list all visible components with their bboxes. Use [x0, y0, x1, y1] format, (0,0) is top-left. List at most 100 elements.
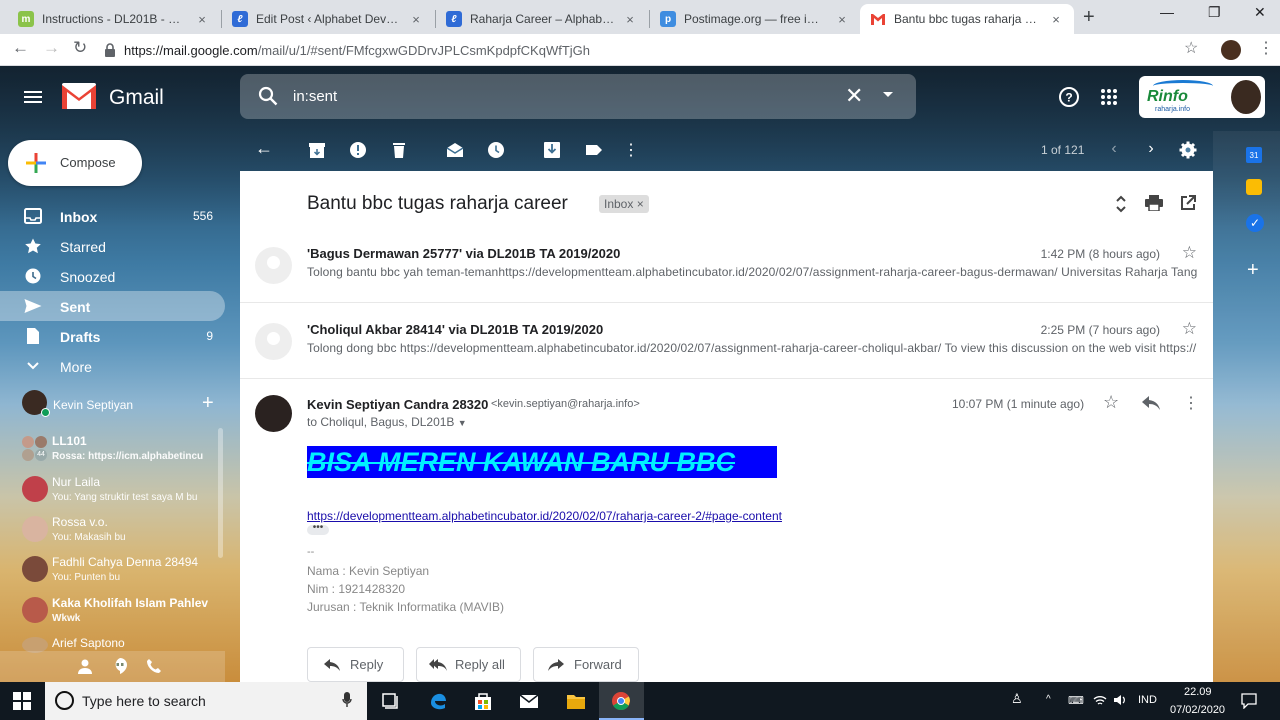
main-menu-icon[interactable]: [24, 88, 42, 106]
window-close-icon[interactable]: ✕: [1254, 4, 1266, 21]
career-link[interactable]: https://developmentteam.alphabetincubato…: [307, 509, 782, 523]
language-bar-icon[interactable]: ⌨: [1068, 694, 1084, 707]
archive-icon[interactable]: [308, 141, 326, 159]
move-to-icon[interactable]: [543, 141, 561, 159]
hangouts-contact[interactable]: Fadhli Cahya Denna 28494 You: Punten bu: [0, 553, 225, 593]
recipients-dropdown-icon[interactable]: ▼: [458, 418, 467, 428]
clock-time[interactable]: 22.09: [1184, 686, 1212, 698]
microsoft-store-icon[interactable]: [473, 691, 493, 711]
apps-grid-icon[interactable]: [1100, 88, 1118, 106]
show-hidden-icons-icon[interactable]: ^: [1046, 694, 1051, 705]
browser-menu-icon[interactable]: ⋮: [1258, 38, 1274, 58]
star-icon[interactable]: ☆: [1103, 392, 1119, 413]
older-chevron-icon[interactable]: ›: [1142, 140, 1160, 158]
close-tab-icon[interactable]: ×: [834, 12, 850, 27]
snooze-clock-icon[interactable]: [487, 141, 505, 159]
wifi-icon[interactable]: [1093, 694, 1107, 706]
minimize-icon[interactable]: —: [1160, 4, 1174, 20]
action-center-icon[interactable]: [1241, 693, 1257, 709]
new-tab-button[interactable]: +: [1083, 6, 1095, 29]
nav-item-sent[interactable]: Sent: [0, 291, 225, 321]
report-spam-icon[interactable]: [349, 141, 367, 159]
collapsed-message[interactable]: 'Choliqul Akbar 28414' via DL201B TA 201…: [240, 303, 1213, 379]
print-icon[interactable]: [1145, 195, 1163, 211]
close-tab-icon[interactable]: ×: [194, 12, 210, 27]
volume-icon[interactable]: [1113, 694, 1127, 706]
nav-item-more[interactable]: More: [0, 351, 225, 381]
mail-app-icon[interactable]: [519, 691, 539, 711]
chrome-icon[interactable]: [611, 691, 631, 711]
address-bar[interactable]: https://mail.google.com/mail/u/1/#sent/F…: [104, 37, 1204, 63]
search-options-icon[interactable]: [883, 92, 893, 97]
mail-search-box[interactable]: in:sent ✕: [240, 74, 916, 119]
keep-icon[interactable]: [1246, 179, 1262, 195]
people-icon[interactable]: ♙: [1011, 691, 1023, 707]
tasks-icon[interactable]: ✓: [1246, 214, 1264, 232]
mark-unread-icon[interactable]: [446, 141, 464, 159]
edge-browser-icon[interactable]: [428, 691, 448, 711]
label-tag-icon[interactable]: [585, 141, 603, 159]
file-explorer-icon[interactable]: [566, 691, 586, 711]
hangouts-contact[interactable]: 44 LL101 Rossa: https://icm.alphabetincu: [0, 432, 225, 472]
settings-gear-icon[interactable]: [1179, 141, 1197, 159]
nav-item-drafts[interactable]: Drafts 9: [0, 321, 225, 351]
task-view-icon[interactable]: [381, 691, 401, 711]
hangouts-contact[interactable]: Nur Laila You: Yang struktir test saya M…: [0, 473, 225, 513]
person-icon[interactable]: [78, 658, 92, 674]
newer-chevron-icon[interactable]: ‹: [1105, 140, 1123, 158]
close-tab-icon[interactable]: ×: [408, 12, 424, 27]
collapsed-message[interactable]: 'Bagus Dermawan 25777' via DL201B TA 201…: [240, 227, 1213, 303]
recipients-line[interactable]: to Choliqul, Bagus, DL201B ▼: [307, 415, 467, 429]
reply-all-button[interactable]: Reply all: [416, 647, 521, 682]
bookmark-star-icon[interactable]: ☆: [1184, 38, 1198, 58]
hangouts-me[interactable]: Kevin Septiyan +: [0, 384, 225, 422]
reply-button[interactable]: Reply: [307, 647, 404, 682]
taskbar-search-box[interactable]: Type here to search: [45, 682, 367, 720]
phone-icon[interactable]: [146, 658, 162, 674]
get-addons-icon[interactable]: +: [1247, 259, 1259, 282]
input-language[interactable]: IND: [1138, 694, 1157, 706]
star-icon[interactable]: ☆: [1182, 319, 1197, 339]
browser-tab-3[interactable]: ℓ Raharja Career – Alphabet Devel ×: [436, 4, 648, 34]
remove-label-icon[interactable]: ×: [637, 197, 644, 211]
forward-button[interactable]: Forward: [533, 647, 639, 682]
reload-icon[interactable]: ↻: [73, 38, 87, 58]
calendar-icon[interactable]: 31: [1246, 147, 1262, 163]
expand-all-icon[interactable]: [1115, 195, 1127, 213]
message-more-icon[interactable]: ⋮: [1183, 393, 1199, 413]
nav-item-inbox[interactable]: Inbox 556: [0, 201, 225, 231]
clear-search-icon[interactable]: ✕: [845, 83, 863, 109]
nav-item-snoozed[interactable]: Snoozed: [0, 261, 225, 291]
account-badge[interactable]: Rinfo raharja.info: [1139, 76, 1265, 118]
back-to-list-icon[interactable]: ←: [255, 138, 273, 158]
account-avatar[interactable]: [1231, 80, 1261, 114]
more-actions-icon[interactable]: ⋮: [622, 140, 640, 159]
show-trimmed-content-button[interactable]: •••: [307, 523, 329, 535]
clock-date[interactable]: 07/02/2020: [1170, 704, 1225, 716]
add-contact-icon[interactable]: +: [202, 392, 214, 415]
close-tab-icon[interactable]: ×: [622, 12, 638, 27]
close-tab-icon[interactable]: ×: [1048, 12, 1064, 27]
search-icon[interactable]: [257, 85, 279, 107]
search-input[interactable]: in:sent: [293, 88, 337, 105]
hangouts-chat-icon[interactable]: [112, 657, 128, 675]
profile-avatar[interactable]: [1221, 40, 1241, 60]
browser-tab-1[interactable]: m Instructions - DL201B - Sistem In ×: [8, 4, 220, 34]
forward-arrow-icon[interactable]: →: [43, 38, 60, 58]
browser-tab-5-active[interactable]: Bantu bbc tugas raharja career ×: [860, 4, 1074, 34]
browser-tab-4[interactable]: p Postimage.org — free image ho ×: [650, 4, 860, 34]
reply-icon[interactable]: [1142, 396, 1160, 410]
hangouts-contact[interactable]: Kaka Kholifah Islam Pahlev Wkwk: [0, 594, 225, 634]
star-icon[interactable]: ☆: [1182, 243, 1197, 263]
back-arrow-icon[interactable]: ←: [12, 38, 29, 58]
open-in-new-window-icon[interactable]: [1180, 195, 1196, 211]
windows-start-icon[interactable]: [13, 692, 31, 710]
microphone-icon[interactable]: [342, 692, 352, 708]
nav-item-starred[interactable]: Starred: [0, 231, 225, 261]
help-icon[interactable]: ?: [1058, 86, 1080, 108]
delete-icon[interactable]: [390, 141, 408, 159]
compose-button[interactable]: Compose: [8, 140, 142, 186]
browser-tab-2[interactable]: ℓ Edit Post ‹ Alphabet Developme ×: [222, 4, 434, 34]
hangouts-scrollbar[interactable]: [218, 428, 223, 558]
hangouts-contact[interactable]: Rossa v.o. You: Makasih bu: [0, 513, 225, 553]
